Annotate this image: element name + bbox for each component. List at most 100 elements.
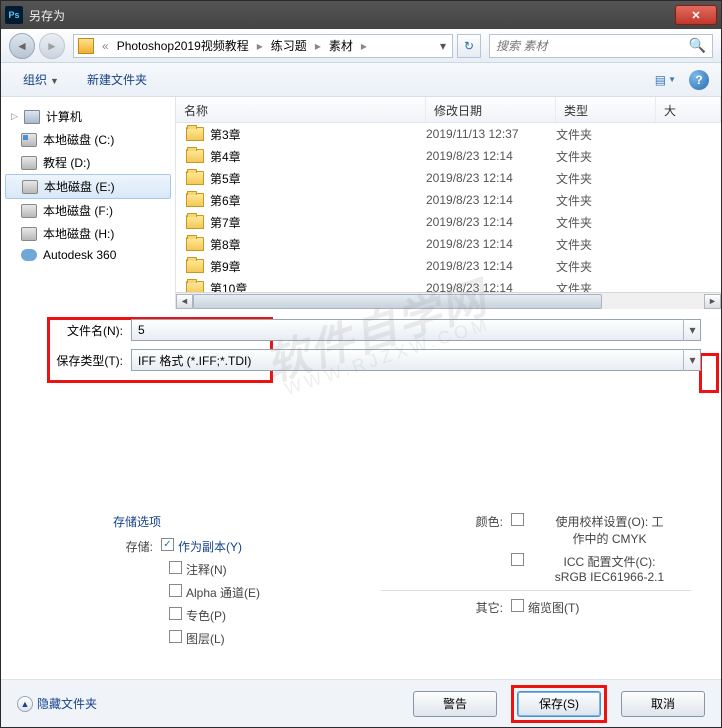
color-label: 颜色: (381, 513, 511, 530)
proof-checkbox[interactable] (511, 513, 524, 526)
layers-checkbox[interactable] (169, 630, 182, 643)
chevron-down-icon[interactable]: ▾ (683, 349, 701, 371)
titlebar: Ps 另存为 ✕ (1, 1, 721, 29)
back-button[interactable]: ◄ (9, 33, 35, 59)
tree-drive-f[interactable]: 本地磁盘 (F:) (1, 199, 175, 222)
as-copy-label[interactable]: 作为副本(Y) (178, 538, 242, 555)
folder-icon (186, 281, 204, 292)
col-size[interactable]: 大 (656, 97, 721, 122)
file-date: 2019/8/23 12:14 (426, 259, 556, 273)
scroll-thumb[interactable] (193, 294, 602, 309)
scroll-right-button[interactable]: ► (704, 294, 721, 309)
organize-menu[interactable]: 组织▼ (13, 67, 69, 92)
file-date: 2019/8/23 12:14 (426, 215, 556, 229)
folder-icon (78, 38, 94, 54)
notes-checkbox[interactable] (169, 561, 182, 574)
nav-bar: ◄ ► « Photoshop2019视频教程 ▸ 练习题 ▸ 素材 ▸ ▾ ↻… (1, 29, 721, 63)
refresh-button[interactable]: ↻ (457, 34, 481, 58)
highlight-box: 保存(S) (511, 685, 607, 723)
folder-icon (186, 171, 204, 185)
options-title: 存储选项 (31, 513, 161, 530)
file-date: 2019/8/23 12:14 (426, 281, 556, 292)
file-row[interactable]: 第10章2019/8/23 12:14文件夹 (176, 277, 721, 292)
tree-autodesk[interactable]: Autodesk 360 (1, 245, 175, 265)
col-date[interactable]: 修改日期 (426, 97, 556, 122)
search-box[interactable]: 🔍 (489, 34, 713, 58)
col-type[interactable]: 类型 (556, 97, 656, 122)
file-row[interactable]: 第9章2019/8/23 12:14文件夹 (176, 255, 721, 277)
folder-icon (186, 259, 204, 273)
folder-icon (186, 193, 204, 207)
tree-drive-e[interactable]: 本地磁盘 (E:) (5, 174, 171, 199)
drive-icon (21, 204, 37, 218)
scroll-track[interactable] (193, 294, 704, 309)
filename-section: 文件名(N): 5 ▾ 保存类型(T): IFF 格式 (*.IFF;*.TDI… (1, 309, 721, 383)
save-button[interactable]: 保存(S) (517, 691, 601, 717)
chevron-right-icon: ▸ (311, 39, 325, 53)
collapse-icon: ▲ (17, 696, 33, 712)
alpha-checkbox[interactable] (169, 584, 182, 597)
file-rows: 第3章2019/11/13 12:37文件夹第4章2019/8/23 12:14… (176, 123, 721, 292)
file-row[interactable]: 第6章2019/8/23 12:14文件夹 (176, 189, 721, 211)
sidebar-tree: ▷ 计算机 本地磁盘 (C:) 教程 (D:) 本地磁盘 (E:) 本地磁盘 (… (1, 97, 176, 309)
file-list: 名称 修改日期 类型 大 第3章2019/11/13 12:37文件夹第4章20… (176, 97, 721, 309)
view-mode-button[interactable]: ▤ ▼ (650, 70, 681, 90)
col-name[interactable]: 名称 (176, 97, 426, 122)
chevron-down-icon[interactable]: ▾ (683, 319, 701, 341)
footer: ▲ 隐藏文件夹 警告 保存(S) 取消 (1, 679, 721, 727)
file-name: 第10章 (210, 280, 247, 293)
help-button[interactable]: ? (689, 70, 709, 90)
filetype-label: 保存类型(T): (51, 352, 131, 369)
breadcrumb-part[interactable]: 练习题 (267, 37, 311, 54)
filename-label: 文件名(N): (51, 322, 131, 339)
file-name: 第4章 (210, 148, 241, 165)
file-row[interactable]: 第3章2019/11/13 12:37文件夹 (176, 123, 721, 145)
file-type: 文件夹 (556, 170, 656, 187)
chevron-down-icon[interactable]: ▾ (438, 39, 448, 53)
search-input[interactable] (496, 39, 689, 53)
save-options: 存储选项 存储: ✓ 作为副本(Y) 注释(N) Alpha 通道(E) 专色(… (1, 503, 721, 663)
drive-icon (21, 227, 37, 241)
filename-input[interactable]: 5 (131, 319, 701, 341)
file-browser: ▷ 计算机 本地磁盘 (C:) 教程 (D:) 本地磁盘 (E:) 本地磁盘 (… (1, 97, 721, 309)
cloud-icon (21, 249, 37, 261)
forward-button[interactable]: ► (39, 33, 65, 59)
other-label: 其它: (381, 599, 511, 616)
cancel-button[interactable]: 取消 (621, 691, 705, 717)
h-scrollbar[interactable]: ◄ ► (176, 292, 721, 309)
file-date: 2019/8/23 12:14 (426, 171, 556, 185)
thumb-checkbox[interactable] (511, 599, 524, 612)
file-date: 2019/11/13 12:37 (426, 127, 556, 141)
folder-icon (186, 149, 204, 163)
chevron-right-icon: ▸ (253, 39, 267, 53)
tree-computer[interactable]: ▷ 计算机 (1, 105, 175, 128)
close-button[interactable]: ✕ (675, 5, 717, 25)
file-name: 第3章 (210, 126, 241, 143)
spot-checkbox[interactable] (169, 607, 182, 620)
hide-folders-toggle[interactable]: ▲ 隐藏文件夹 (17, 695, 97, 712)
breadcrumb-part[interactable]: 素材 (325, 37, 357, 54)
file-name: 第9章 (210, 258, 241, 275)
file-type: 文件夹 (556, 236, 656, 253)
icc-checkbox[interactable] (511, 553, 524, 566)
file-row[interactable]: 第7章2019/8/23 12:14文件夹 (176, 211, 721, 233)
file-row[interactable]: 第4章2019/8/23 12:14文件夹 (176, 145, 721, 167)
computer-icon (24, 110, 40, 124)
file-name: 第8章 (210, 236, 241, 253)
tree-drive-d[interactable]: 教程 (D:) (1, 151, 175, 174)
breadcrumb[interactable]: « Photoshop2019视频教程 ▸ 练习题 ▸ 素材 ▸ ▾ (73, 34, 453, 58)
as-copy-checkbox[interactable]: ✓ (161, 538, 174, 551)
warning-button[interactable]: 警告 (413, 691, 497, 717)
folder-icon (186, 237, 204, 251)
file-row[interactable]: 第5章2019/8/23 12:14文件夹 (176, 167, 721, 189)
search-icon[interactable]: 🔍 (689, 37, 706, 54)
file-row[interactable]: 第8章2019/8/23 12:14文件夹 (176, 233, 721, 255)
scroll-left-button[interactable]: ◄ (176, 294, 193, 309)
tree-drive-c[interactable]: 本地磁盘 (C:) (1, 128, 175, 151)
file-type: 文件夹 (556, 192, 656, 209)
new-folder-button[interactable]: 新建文件夹 (77, 67, 157, 92)
filetype-combo[interactable]: IFF 格式 (*.IFF;*.TDI) (131, 349, 701, 371)
breadcrumb-part[interactable]: Photoshop2019视频教程 (113, 37, 253, 54)
tree-drive-h[interactable]: 本地磁盘 (H:) (1, 222, 175, 245)
chevron-right-icon: ▸ (357, 39, 371, 53)
